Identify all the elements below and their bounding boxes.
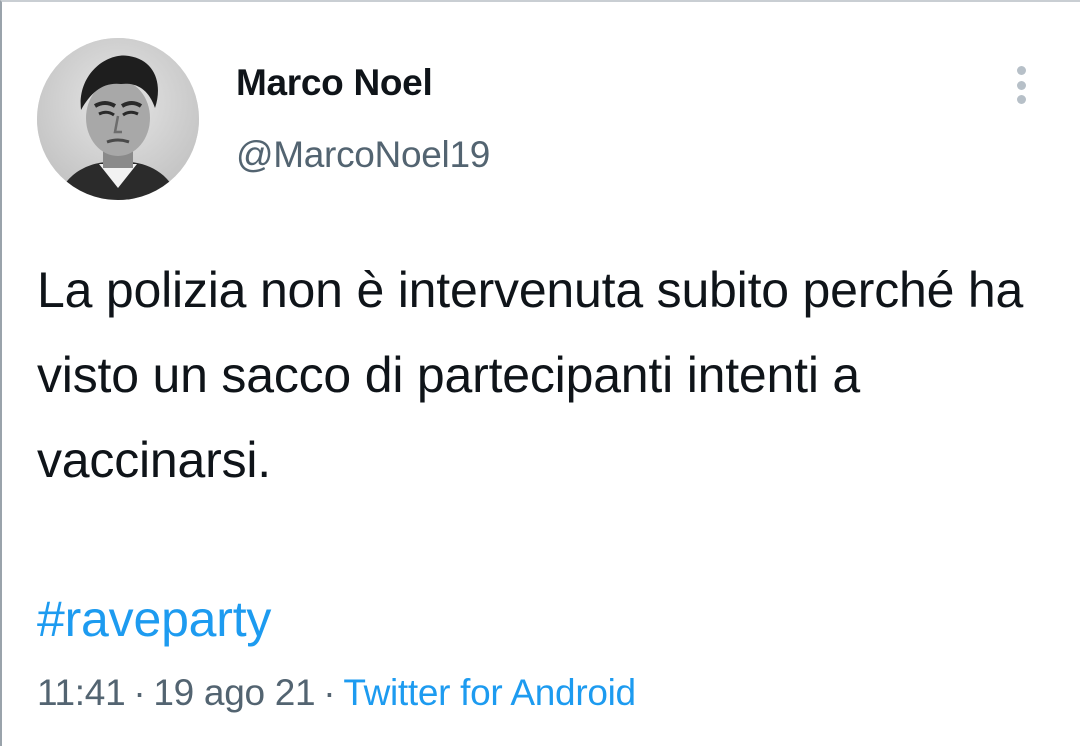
- tweet-time[interactable]: 11:41: [37, 672, 126, 713]
- more-vertical-icon-dot: [1016, 80, 1026, 90]
- more-vertical-icon-dot: [1016, 95, 1026, 104]
- author-display-name[interactable]: Marco Noel: [236, 62, 433, 104]
- more-vertical-icon: [1016, 66, 1026, 75]
- avatar[interactable]: [37, 38, 199, 200]
- hashtag-link[interactable]: #raveparty: [37, 590, 271, 648]
- meta-separator: ·: [133, 672, 146, 713]
- author-handle[interactable]: @MarcoNoel19: [236, 134, 490, 176]
- tweet-source-link[interactable]: Twitter for Android: [343, 672, 636, 713]
- meta-separator: ·: [323, 672, 336, 713]
- tweet-date[interactable]: 19 ago 21: [153, 672, 315, 713]
- more-options-button[interactable]: [1004, 62, 1038, 108]
- tweet-meta: 11:41 · 19 ago 21 · Twitter for Android: [37, 672, 636, 714]
- tweet-text: La polizia non è intervenuta subito perc…: [37, 262, 1024, 488]
- person-photo-icon: [37, 38, 199, 200]
